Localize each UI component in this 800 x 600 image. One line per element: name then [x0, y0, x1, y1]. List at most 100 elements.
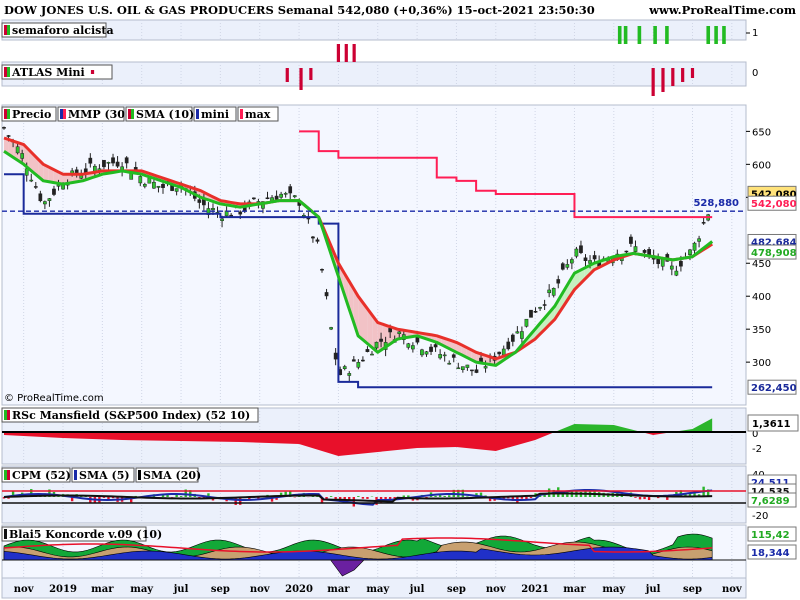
x-tick-15: may [602, 584, 626, 595]
price-candle-body [2, 127, 6, 129]
x-tick-17: sep [683, 584, 702, 595]
price-candle-body [470, 369, 474, 372]
legend-atlas-swatch [4, 67, 7, 77]
price-candle-body [538, 307, 542, 309]
price-candle-body [556, 279, 561, 284]
price-candle-body [465, 364, 470, 368]
rsc-tick-1: -2 [752, 444, 762, 455]
cpm-bar [647, 497, 651, 501]
price-candle-body [442, 354, 447, 357]
legend-mmp: MMP (30) [68, 108, 130, 121]
legend-sma-swatch [131, 109, 134, 119]
price-box-max: 542,080 [751, 199, 797, 210]
price-candle-body [288, 186, 293, 194]
x-tick-16: jul [645, 584, 661, 595]
legend-semaforo-swatch [4, 25, 7, 35]
legend-rsc: RSc Mansfield (S&P500 Index) (52 10) [12, 409, 250, 422]
price-candle-body [433, 344, 438, 348]
price-candle-body [583, 257, 588, 261]
price-candle-body [570, 259, 574, 264]
price-candle-body [424, 351, 429, 355]
legend-max-swatch [240, 109, 243, 119]
price-candle-body [447, 362, 452, 365]
cpm-bar [561, 494, 564, 497]
price-tick-4: 400 [752, 292, 771, 303]
legend-sma: SMA (10) [136, 108, 194, 121]
price-candle-body [265, 197, 270, 199]
x-tick-3: may [130, 584, 154, 595]
price-candle-body [20, 153, 25, 159]
cpm-bar [466, 496, 469, 497]
price-box-mmp: 478,908 [751, 248, 797, 259]
cpm-bar [529, 497, 533, 498]
legend-max: max [245, 108, 271, 121]
cpm-bar [166, 494, 169, 497]
price-candle-body [365, 349, 370, 352]
price-candle-body [52, 188, 56, 195]
price-candle-body [629, 236, 633, 244]
price-candle-body [152, 181, 156, 189]
x-tick-9: may [366, 584, 390, 595]
price-candle-body [43, 201, 47, 205]
atlas-bar [90, 70, 95, 74]
price-candle-body [483, 366, 488, 369]
price-candle-body [61, 184, 65, 190]
price-candle-body [161, 184, 165, 188]
price-candle-body [669, 265, 674, 270]
price-candle-body [33, 186, 38, 188]
price-candle-body [6, 135, 11, 137]
price-candle-body [142, 184, 147, 187]
price-candle-body [697, 238, 701, 242]
x-tick-2: mar [91, 584, 114, 595]
copyright-text: © ProRealTime.com [4, 393, 104, 404]
price-candle-body [361, 359, 365, 362]
atlas-value: 0 [752, 68, 758, 79]
price-candle-body [279, 193, 283, 198]
price-candle-body [283, 193, 288, 195]
price-candle-body [647, 249, 651, 255]
price-candle-body [211, 208, 215, 211]
price-candle-body [701, 222, 706, 224]
legend-koncorde: Blai5 Koncorde v.09 (10) [9, 528, 162, 541]
legend-precio-swatch [7, 109, 10, 119]
legend-cpm-sma20-swatch [138, 470, 141, 480]
price-candle-body [533, 311, 538, 313]
cpm-bar [448, 495, 451, 497]
atlas-bar [681, 68, 685, 82]
legend-precio: Precio [12, 108, 51, 121]
cpm-bar [179, 496, 183, 497]
x-tick-6: nov [250, 584, 271, 595]
price-candle-body [574, 248, 579, 257]
legend-sma-swatch [128, 109, 131, 119]
price-tick-3: 450 [752, 259, 771, 270]
cpm-bar [388, 497, 392, 499]
atlas-bar [285, 68, 289, 82]
legend-mini-swatch [196, 109, 199, 119]
cpm-box-cpm: 7,6289 [751, 496, 790, 507]
legend-rsc-swatch [7, 410, 10, 420]
price-tick-6: 300 [752, 358, 771, 369]
legend-mmp-swatch [60, 109, 63, 119]
chart-title: DOW JONES U.S. OIL & GAS PRODUCERS Seman… [4, 3, 595, 17]
cpm-bar [638, 497, 642, 500]
x-tick-10: jul [409, 584, 425, 595]
price-candle-body [592, 255, 597, 260]
price-candle-body [624, 250, 629, 253]
cpm-bar [666, 497, 669, 500]
x-tick-12: nov [486, 584, 507, 595]
price-candle-body [579, 245, 583, 253]
panel-atl-background [1, 61, 747, 87]
price-candle-body [551, 288, 556, 296]
price-tick-0: 650 [752, 127, 771, 138]
price-candle-body [197, 199, 202, 203]
price-candle-body [679, 260, 683, 267]
price-candle-body [315, 239, 320, 242]
x-tick-8: mar [327, 584, 350, 595]
price-candle-body [56, 184, 61, 187]
price-candle-body [156, 185, 161, 188]
price-candle-body [547, 289, 552, 294]
cpm-bar [366, 497, 369, 499]
legend-semaforo-swatch [7, 25, 10, 35]
price-candle-body [506, 341, 511, 350]
price-candle-body [252, 197, 256, 200]
